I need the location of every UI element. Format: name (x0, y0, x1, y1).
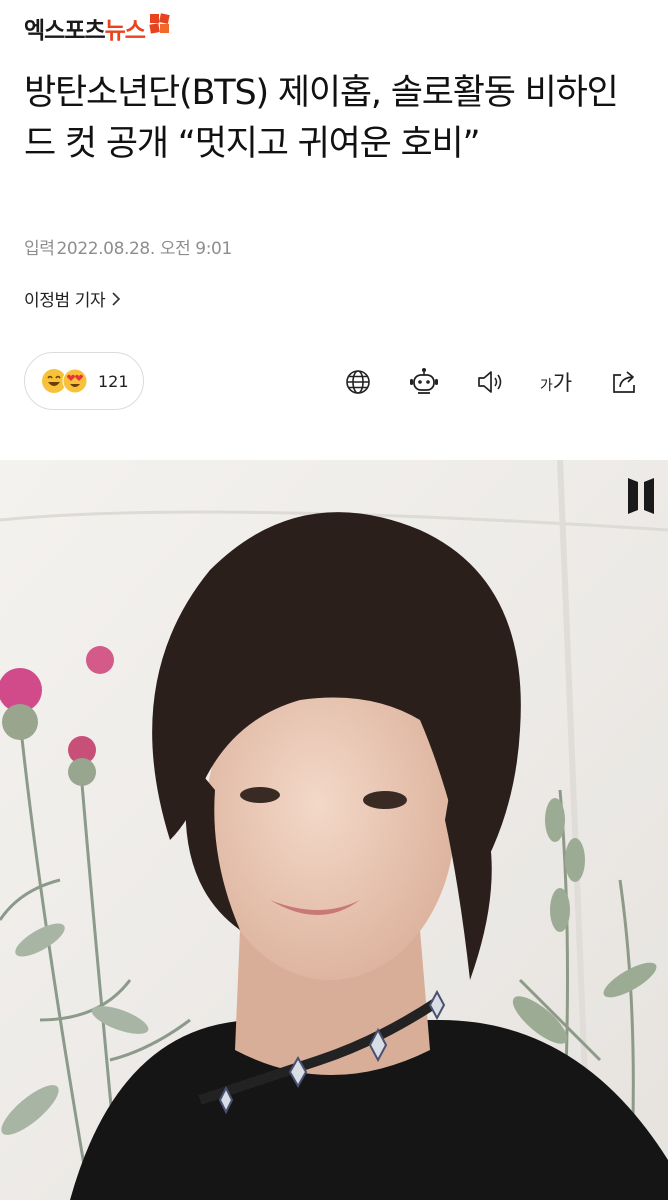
published-time: 2022.08.28. 오전 9:01 (56, 239, 232, 259)
article-photo[interactable] (0, 460, 668, 1200)
logo-mark-icon (149, 13, 170, 34)
share-button[interactable] (604, 362, 644, 402)
published-date: 입력 2022.08.28. 오전 9:01 (24, 234, 234, 259)
reaction-button[interactable]: 121 (24, 352, 144, 410)
reporter-name: 이정범 기자 (24, 291, 106, 311)
summary-bot-button[interactable] (404, 362, 444, 402)
globe-icon (346, 370, 370, 394)
logo-text: 엑스포츠뉴스 (24, 18, 146, 44)
site-logo[interactable]: 엑스포츠뉴스 (24, 11, 172, 45)
article-photo-illustration (0, 460, 668, 1200)
font-size-button[interactable]: 가가 (536, 362, 576, 402)
text-to-speech-button[interactable] (470, 362, 510, 402)
reporter-link[interactable]: 이정범 기자 (24, 286, 121, 311)
font-size-icon: 가가 (539, 371, 573, 395)
article-title: 방탄소년단(BTS) 제이홉, 솔로활동 비하인드 컷 공개 “멋지고 귀여운 … (24, 73, 619, 164)
speaker-icon (478, 371, 502, 393)
site-header: 엑스포츠뉴스 (24, 8, 172, 48)
share-icon (613, 371, 635, 393)
published-label: 입력 (24, 239, 55, 259)
reaction-count: 121 (98, 371, 129, 391)
translate-button[interactable] (338, 362, 378, 402)
heart-eyes-face-icon (62, 368, 88, 394)
chevron-right-icon (112, 291, 121, 306)
robot-summary-icon (410, 368, 438, 394)
